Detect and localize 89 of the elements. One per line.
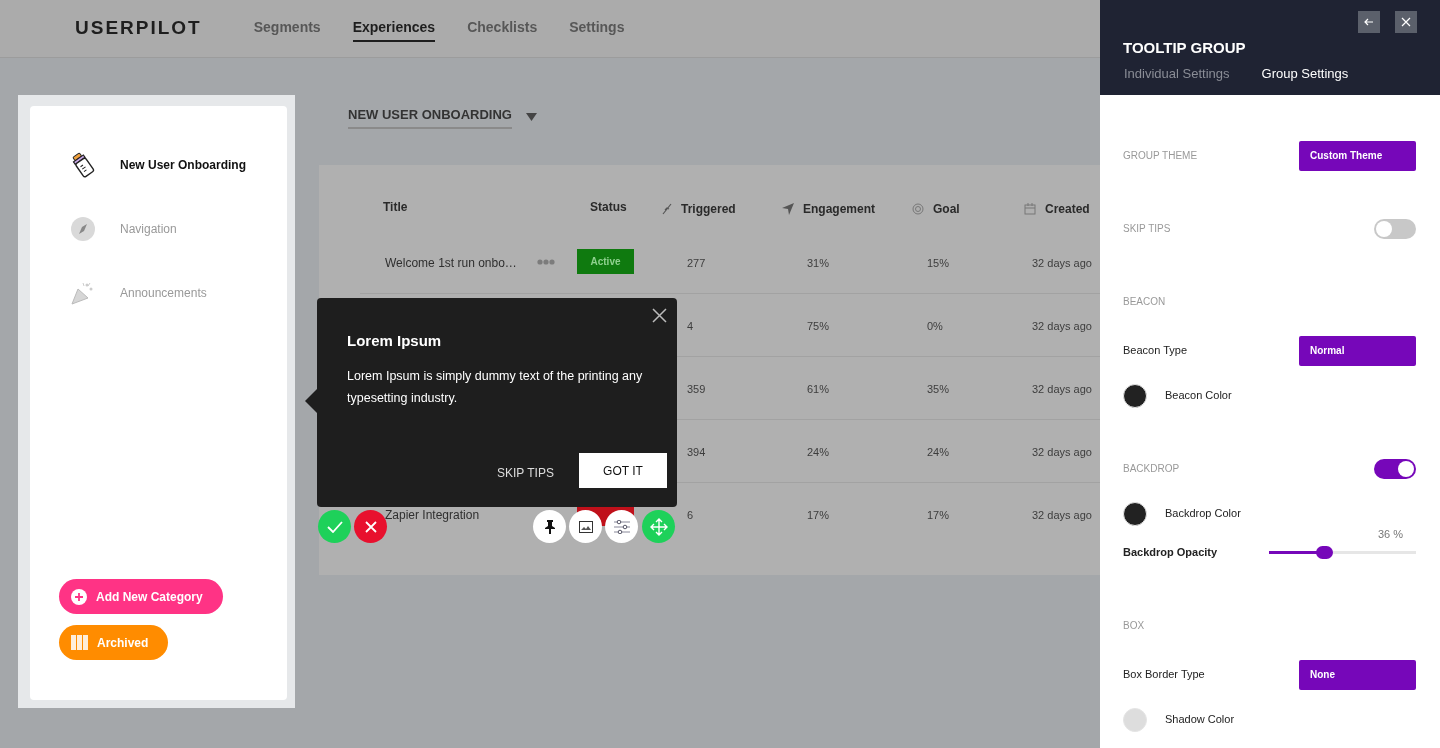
column-header: Title [383,199,408,216]
setting-label: BACKDROP [1123,462,1180,476]
slider-track[interactable] [1269,546,1416,559]
table-cell: 394 [687,445,706,458]
table-cell: 17% [807,508,830,521]
plus-icon [71,588,87,605]
panel-title: TOOLTIP GROUP [1123,38,1247,58]
add-category-button[interactable]: Add New Category [59,579,223,614]
column-header: Triggered [681,201,736,218]
app-logo: USERPILOT [75,16,202,41]
calendar-icon [1024,203,1036,215]
table-cell: 17% [927,508,950,521]
nav-tab[interactable]: Experiences [352,15,436,42]
column-header: Goal [933,201,960,218]
sidebar-item[interactable]: New User Onboarding [70,152,287,178]
table-cell: 32 days ago [1032,508,1092,521]
table-cell: 359 [687,382,706,395]
table-cell: 4 [687,319,694,332]
trend-icon [662,203,672,215]
paper-plane-icon [782,203,794,215]
nav-tab[interactable]: Settings [569,15,625,42]
setting-label: Beacon Color [1165,388,1232,404]
tooltip-text: Lorem Ipsum is simply dummy text of the printing any typesetting industry. [347,367,644,407]
sidebar-item[interactable]: Navigation [70,216,287,242]
setting-label: Backdrop Opacity [1123,545,1218,561]
table-cell: 24% [927,445,950,458]
table-cell: 32 days ago [1032,445,1092,458]
toggle-switch[interactable] [1374,458,1416,479]
nav-tab[interactable]: Checklists [467,15,538,42]
color-swatch[interactable] [1123,383,1147,408]
column-header: Status [590,199,627,216]
panel-tab[interactable]: Group Settings [1261,64,1349,84]
select-field[interactable]: Normal [1299,335,1416,366]
table-cell: 32 days ago [1032,256,1092,269]
got-it-button[interactable]: GOT IT [579,453,667,488]
table-cell: 277 [687,256,706,269]
setting-label: Shadow Color [1165,712,1235,728]
table-cell: 61% [807,382,830,395]
setting-label: Beacon Type [1123,343,1187,359]
left-arrow-icon [1364,18,1374,26]
tooltip-title: Lorem Ipsum [347,331,443,351]
color-swatch[interactable] [1123,707,1147,732]
slider-thumb[interactable] [1315,546,1333,559]
status-badge: Active [577,249,634,274]
table-cell: 15% [927,256,950,269]
table-cell: 75% [807,319,830,332]
close-icon [652,308,667,323]
column-header: Engagement [803,201,875,218]
caret-icon[interactable] [525,113,537,121]
close-button[interactable] [1395,11,1417,33]
table-cell: 31% [807,256,830,269]
table-cell: 0% [927,319,943,332]
binders-icon [71,635,88,650]
row-title: Welcome 1st run onbo… [385,255,517,270]
select-field[interactable]: None [1299,659,1416,690]
pin-icon [544,519,555,534]
column-header: Created [1045,201,1090,218]
sidebar-item[interactable]: Announcements [70,280,287,306]
panel-tab[interactable]: Individual Settings [1124,64,1230,84]
image-icon [578,520,593,533]
close-icon [364,520,377,533]
baby-bottle-icon [70,152,96,178]
move-icon [649,517,668,536]
skip-tips-button[interactable]: SKIP TIPS [497,464,554,482]
row-title: Zapier Integration [385,507,480,522]
target-icon [912,203,924,215]
check-icon [326,520,343,533]
experience-dropdown[interactable]: NEW USER ONBOARDING [348,105,512,129]
setting-label: Backdrop Color [1165,506,1241,522]
close-icon [1401,17,1411,27]
nav-tab[interactable]: Segments [253,15,321,42]
toggle-switch[interactable] [1374,218,1416,239]
table-cell: 32 days ago [1032,382,1092,395]
setting-label: Box Border Type [1123,667,1205,683]
close-button[interactable] [652,308,667,323]
table-cell: 6 [687,508,694,521]
slider-value: 36 % [1377,527,1403,542]
sliders-icon [613,519,630,534]
table-cell: 24% [807,445,830,458]
setting-label: BEACON [1123,295,1166,309]
color-swatch[interactable] [1123,501,1147,526]
table-cell: 35% [927,382,950,395]
setting-label: BOX [1123,619,1145,633]
back-button[interactable] [1358,11,1380,33]
select-field[interactable]: Custom Theme [1299,140,1416,171]
table-cell: 32 days ago [1032,319,1092,332]
setting-label: SKIP TIPS [1123,222,1171,236]
compass-icon [70,216,96,242]
setting-label: GROUP THEME [1123,149,1198,163]
